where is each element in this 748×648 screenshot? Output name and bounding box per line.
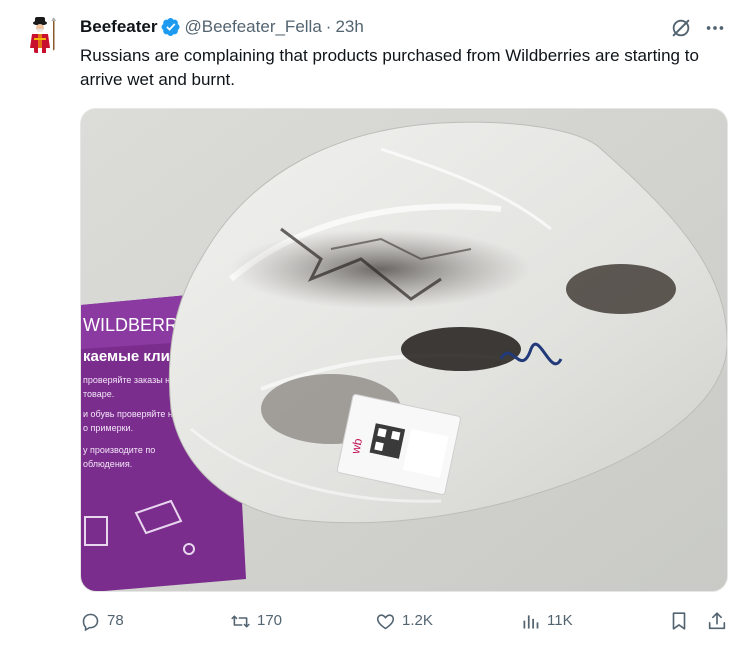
sign-line-3: и обувь проверяйте н [83, 409, 173, 419]
like-button[interactable]: 1.2K [375, 606, 433, 636]
share-icon[interactable] [706, 610, 728, 632]
sign-line-4: о примерки. [83, 423, 133, 433]
views-button[interactable]: 11K [520, 606, 573, 636]
bookmark-icon[interactable] [668, 610, 690, 632]
tweet-header: Beefeater @Beefeater_Fella · 23h [80, 16, 364, 38]
views-count: 11K [547, 612, 573, 629]
sign-line-1: проверяйте заказы на н [83, 375, 183, 385]
grok-icon[interactable] [670, 17, 692, 39]
post-time[interactable]: 23h [335, 17, 363, 37]
like-icon [376, 613, 395, 629]
avatar[interactable] [22, 14, 62, 54]
separator-dot: · [325, 17, 332, 36]
beefeater-avatar-icon [22, 14, 62, 54]
author-handle[interactable]: @Beefeater_Fella [185, 17, 322, 37]
author-display-name[interactable]: Beefeater [80, 17, 158, 37]
like-count: 1.2K [402, 612, 433, 629]
wet-burnt-package-photo: WILDBERRIES каемые клиен проверяйте зака… [81, 109, 727, 591]
tweet-photo[interactable]: WILDBERRIES каемые клиен проверяйте зака… [80, 108, 728, 592]
repost-button[interactable]: 170 [230, 606, 282, 636]
repost-icon [231, 614, 250, 628]
tweet-card[interactable]: Beefeater @Beefeater_Fella · 23h Russian… [0, 0, 748, 648]
reply-count: 78 [107, 612, 124, 629]
tweet-text: Russians are complaining that products p… [80, 46, 699, 89]
reply-button[interactable]: 78 [80, 606, 124, 636]
repost-count: 170 [257, 612, 283, 629]
sign-line-5: у производите по [83, 445, 155, 455]
sign-line-6: облюдения. [83, 459, 132, 469]
more-icon[interactable] [704, 18, 726, 38]
action-bar: 78 170 1.2K 11K [0, 606, 748, 636]
reply-icon [82, 613, 99, 631]
views-icon [523, 614, 539, 628]
verified-badge-icon[interactable] [161, 17, 181, 37]
sign-line-2: товаре. [83, 389, 114, 399]
